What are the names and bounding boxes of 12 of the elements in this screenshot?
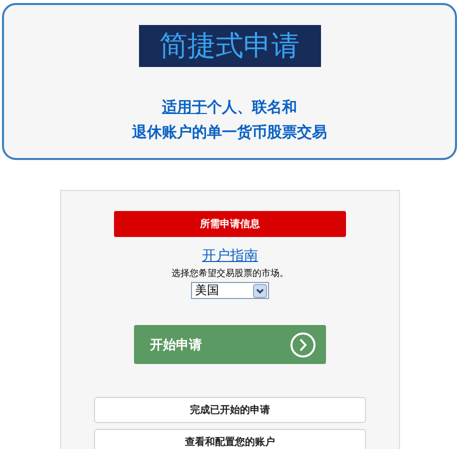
guide-link[interactable]: 开户指南 xyxy=(202,247,258,265)
subtitle-text: 个人、联名和 xyxy=(207,98,297,116)
arrow-circle-icon xyxy=(290,332,316,358)
subtitle-link[interactable]: 适用于 xyxy=(162,98,207,116)
subtitle-text: 退休账户的单一货币股票交易 xyxy=(132,122,327,143)
market-label: 选择您希望交易股票的市场。 xyxy=(172,268,288,280)
page-title: 简捷式申请 xyxy=(138,25,320,67)
notice-bar: 所需申请信息 xyxy=(114,211,346,237)
option-button[interactable]: 查看和配置您的账户 xyxy=(94,429,366,449)
market-select[interactable]: 美国 xyxy=(191,282,269,299)
option-button[interactable]: 完成已开始的申请 xyxy=(94,397,366,423)
dropdown-icon xyxy=(253,284,267,298)
